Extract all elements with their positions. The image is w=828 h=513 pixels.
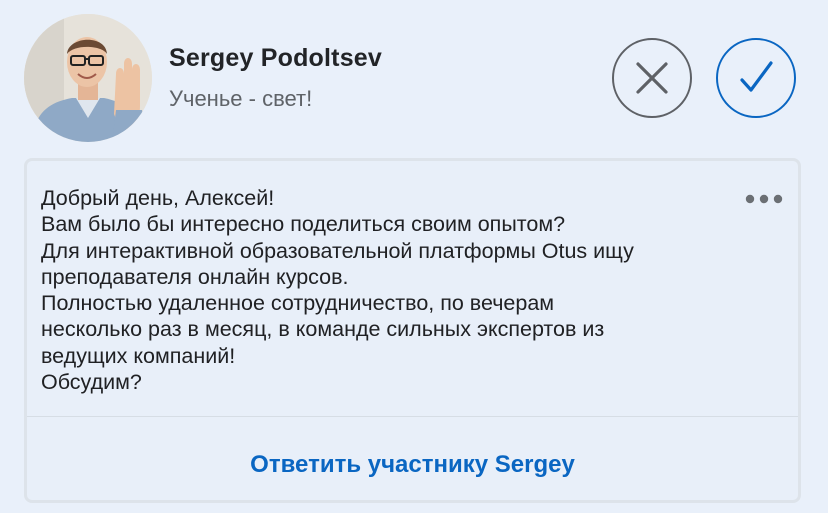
avatar-photo <box>24 14 152 142</box>
message-card: Добрый день, Алексей! Вам было бы интере… <box>24 158 801 503</box>
sender-name[interactable]: Sergey Podoltsev <box>169 44 382 73</box>
message-line: несколько раз в месяц, в команде сильных… <box>41 317 605 342</box>
message-line: ведущих компаний! <box>41 343 236 368</box>
message-line: Обсудим? <box>41 370 142 395</box>
avatar[interactable] <box>24 14 152 142</box>
more-horizontal-icon <box>745 194 783 204</box>
reply-button[interactable]: Ответить участнику Sergey <box>27 417 798 503</box>
accept-button[interactable] <box>716 38 796 118</box>
more-options-button[interactable] <box>741 189 787 209</box>
message-body: Добрый день, Алексей! Вам было бы интере… <box>41 185 731 395</box>
message-line: Для интерактивной образовательной платфо… <box>41 238 634 263</box>
check-icon <box>740 61 773 92</box>
decline-button[interactable] <box>612 38 692 118</box>
message-line: Вам было бы интересно поделиться своим о… <box>41 212 566 237</box>
close-icon <box>636 62 668 94</box>
invitation-header: Sergey Podoltsev Ученье - свет! <box>0 0 828 150</box>
message-line: Добрый день, Алексей! <box>41 186 275 210</box>
message-line: преподавателя онлайн курсов. <box>41 264 349 289</box>
message-line: Полностью удаленное сотрудничество, по в… <box>41 291 555 316</box>
sender-headline: Ученье - свет! <box>169 86 313 111</box>
